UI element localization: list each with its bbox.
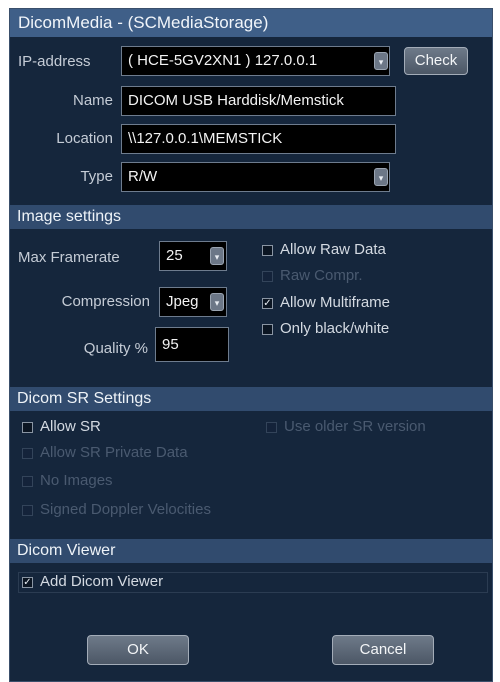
ip-address-value: ( HCE-5GV2XN1 ) 127.0.0.1 bbox=[128, 52, 318, 69]
allow-raw-data-checkbox[interactable] bbox=[262, 245, 273, 256]
add-dicom-viewer-label: Add Dicom Viewer bbox=[40, 573, 164, 590]
allow-sr-label: Allow SR bbox=[40, 418, 101, 435]
ok-button[interactable]: OK bbox=[87, 635, 189, 665]
use-older-sr-checkbox bbox=[266, 422, 277, 433]
allow-sr-checkbox[interactable] bbox=[22, 422, 33, 433]
quality-label: Quality % bbox=[83, 340, 148, 357]
allow-sr-private-data-label: Allow SR Private Data bbox=[40, 444, 188, 461]
dicom-media-dialog: DicomMedia - (SCMediaStorage) IP-address… bbox=[9, 8, 493, 682]
viewer-header: Dicom Viewer bbox=[10, 539, 492, 563]
compression-value: Jpeg bbox=[166, 293, 199, 310]
location-field[interactable]: \\127.0.0.1\MEMSTICK bbox=[121, 124, 396, 154]
name-label: Name bbox=[72, 92, 113, 109]
check-button[interactable]: Check bbox=[404, 47, 468, 75]
allow-sr-private-data-checkbox bbox=[22, 448, 33, 459]
ip-address-select[interactable]: ( HCE-5GV2XN1 ) 127.0.0.1 bbox=[121, 46, 390, 76]
quality-field[interactable]: 95 bbox=[155, 327, 229, 362]
use-older-sr-label: Use older SR version bbox=[284, 418, 426, 435]
type-select[interactable]: R/W bbox=[121, 162, 390, 192]
checkmark-icon: ✓ bbox=[263, 298, 272, 309]
type-value: R/W bbox=[128, 168, 158, 185]
allow-multiframe-label: Allow Multiframe bbox=[280, 294, 391, 311]
chevron-down-icon[interactable]: ▾ bbox=[210, 247, 224, 265]
ip-address-label: IP-address bbox=[18, 53, 91, 70]
image-settings-header: Image settings bbox=[10, 205, 492, 229]
only-black-white-checkbox[interactable] bbox=[262, 324, 273, 335]
signed-doppler-checkbox bbox=[22, 505, 33, 516]
name-field[interactable]: DICOM USB Harddisk/Memstick bbox=[121, 86, 396, 116]
window-title: DicomMedia - (SCMediaStorage) bbox=[10, 9, 492, 37]
chevron-down-icon[interactable]: ▾ bbox=[374, 52, 388, 70]
cancel-button[interactable]: Cancel bbox=[332, 635, 434, 665]
raw-compr-label: Raw Compr. bbox=[280, 267, 363, 284]
compression-label: Compression bbox=[61, 293, 150, 310]
raw-compr-checkbox bbox=[262, 271, 273, 282]
type-label: Type bbox=[80, 168, 113, 185]
max-framerate-label: Max Framerate bbox=[18, 249, 120, 266]
no-images-checkbox bbox=[22, 476, 33, 487]
signed-doppler-label: Signed Doppler Velocities bbox=[40, 501, 211, 518]
chevron-down-icon[interactable]: ▾ bbox=[210, 293, 224, 311]
checkmark-icon: ✓ bbox=[23, 577, 32, 588]
max-framerate-value: 25 bbox=[166, 247, 183, 264]
sr-settings-header: Dicom SR Settings bbox=[10, 387, 492, 411]
allow-raw-data-label: Allow Raw Data bbox=[280, 241, 386, 258]
chevron-down-icon[interactable]: ▾ bbox=[374, 168, 388, 186]
allow-multiframe-checkbox[interactable]: ✓ bbox=[262, 298, 273, 309]
no-images-label: No Images bbox=[40, 472, 113, 489]
add-dicom-viewer-checkbox[interactable]: ✓ bbox=[22, 577, 33, 588]
location-label: Location bbox=[56, 130, 113, 147]
only-black-white-label: Only black/white bbox=[280, 320, 390, 337]
